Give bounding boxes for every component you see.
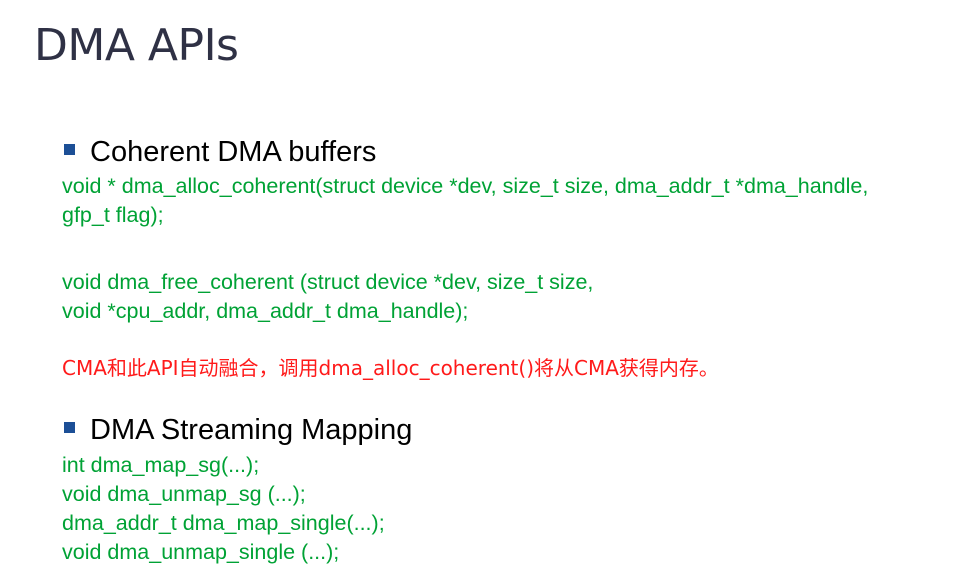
section-heading-streaming: DMA Streaming Mapping: [64, 416, 412, 445]
square-bullet-icon: [64, 144, 75, 155]
code-block-streaming: int dma_map_sg(...); void dma_unmap_sg (…: [62, 451, 385, 567]
cma-note: CMA和此API自动融合，调用dma_alloc_coherent()将从CMA…: [62, 356, 719, 380]
code-line: void dma_free_coherent (struct device *d…: [62, 270, 594, 294]
square-bullet-icon: [64, 422, 75, 433]
section-heading-label: DMA Streaming Mapping: [90, 414, 413, 446]
code-block-alloc-coherent: void * dma_alloc_coherent(struct device …: [62, 172, 868, 230]
slide: DMA APIs Coherent DMA buffers void * dma…: [0, 0, 979, 579]
code-line: void dma_unmap_single (...);: [62, 540, 340, 564]
code-line: dma_addr_t dma_map_single(...);: [62, 511, 385, 535]
code-line: void *cpu_addr, dma_addr_t dma_handle);: [62, 299, 469, 323]
section-heading-label: Coherent DMA buffers: [90, 136, 377, 168]
code-line: void dma_unmap_sg (...);: [62, 482, 306, 506]
code-line: int dma_map_sg(...);: [62, 453, 260, 477]
code-block-free-coherent: void dma_free_coherent (struct device *d…: [62, 268, 593, 326]
section-heading-coherent: Coherent DMA buffers: [64, 138, 376, 167]
slide-title: DMA APIs: [34, 20, 239, 71]
code-line: gfp_t flag);: [62, 203, 164, 227]
code-line: void * dma_alloc_coherent(struct device …: [62, 174, 869, 198]
